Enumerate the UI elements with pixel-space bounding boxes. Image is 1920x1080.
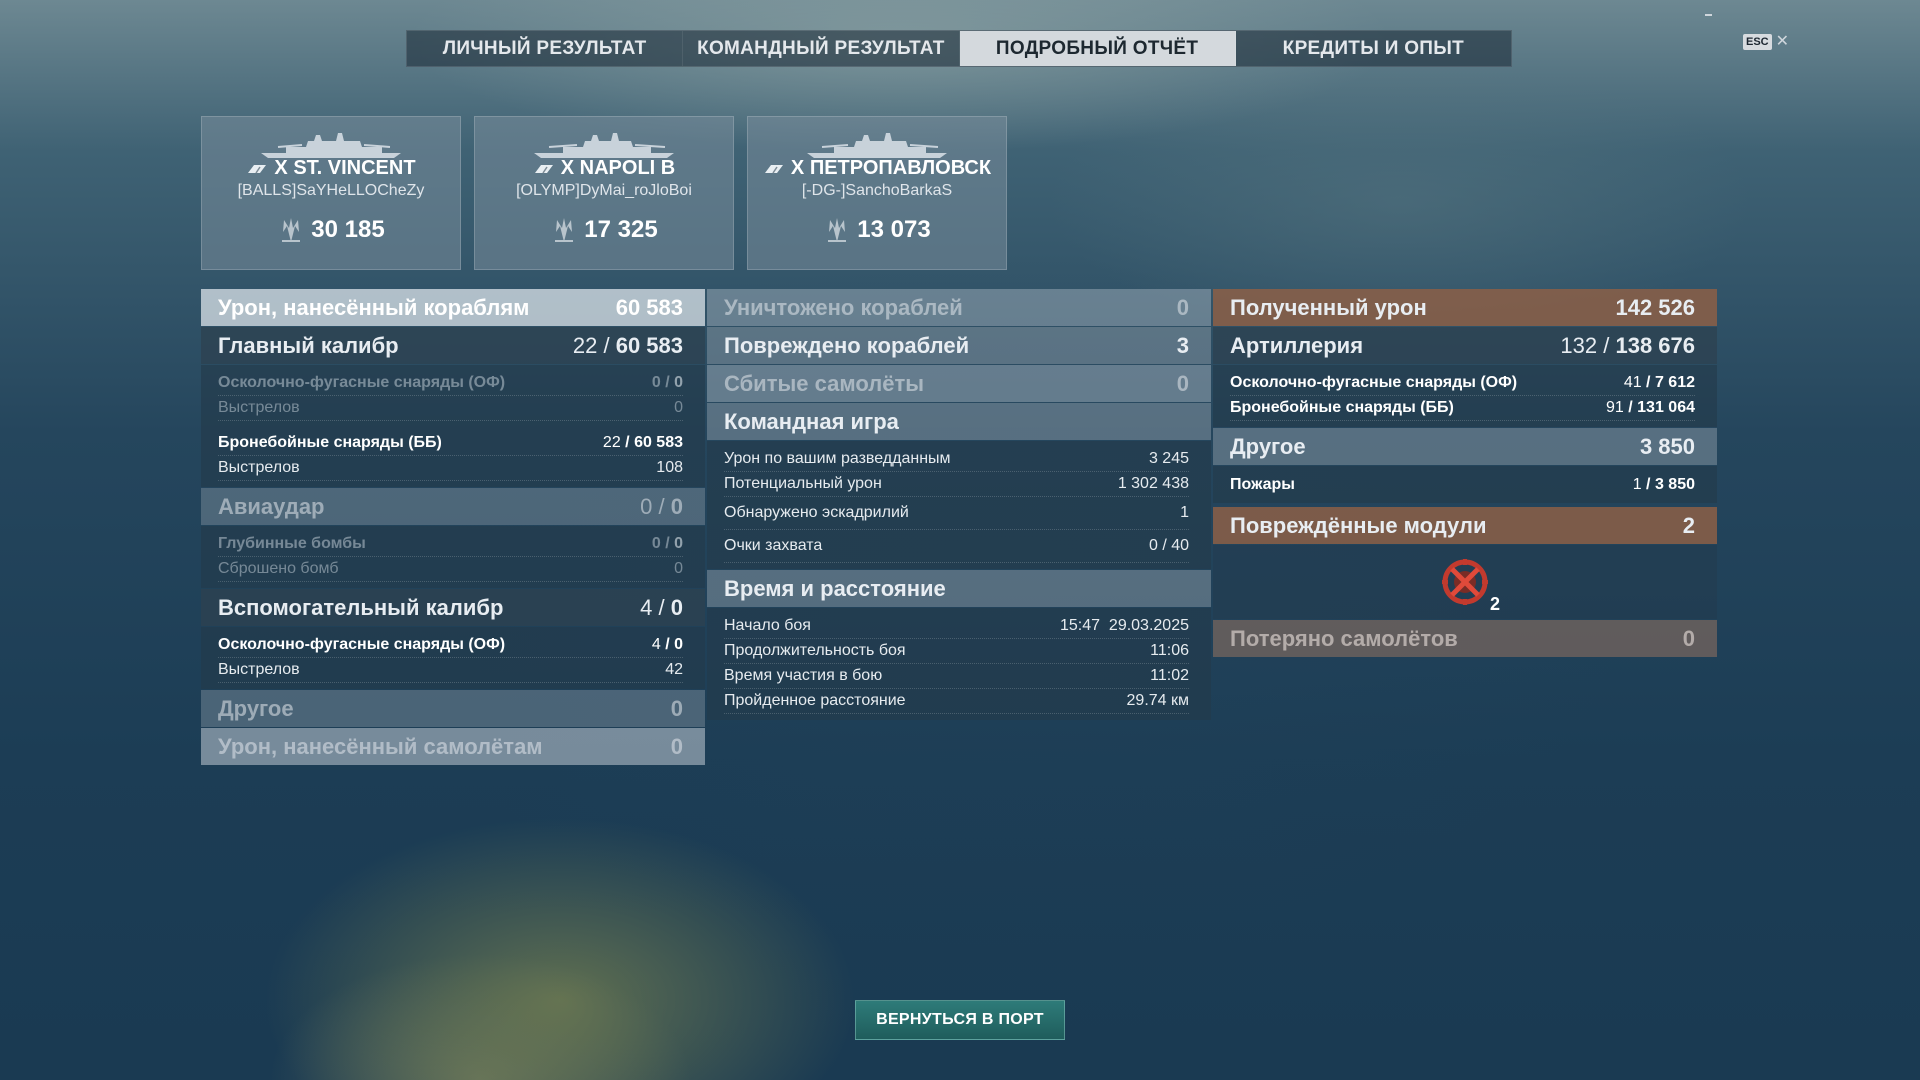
received-ap-row: Бронебойные снаряды (ББ) 91 / 131 064 (1230, 396, 1695, 421)
tab-personal-result[interactable]: ЛИЧНЫЙ РЕЗУЛЬТАТ (407, 31, 684, 66)
he-shells-row: Осколочно-фугасные снаряды (ОФ) 0 / 0 (218, 371, 683, 396)
return-to-port-button[interactable]: ВЕРНУТЬСЯ В ПОРТ (855, 1000, 1065, 1040)
main-caliber-header: Главный калибр 22 / 60 583 (201, 327, 705, 364)
ship-name: X ПЕТРОПАВЛОВСК (790, 157, 992, 179)
secondary-he-row: Осколочно-фугасные снаряды (ОФ) 4 / 0 (218, 633, 683, 658)
time-distance-header: Время и расстояние (707, 570, 1211, 607)
result-tabs: ЛИЧНЫЙ РЕЗУЛЬТАТ КОМАНДНЫЙ РЕЗУЛЬТАТ ПОД… (406, 30, 1512, 67)
damage-to-planes-header: Урон, нанесённый самолётам 0 (201, 728, 705, 765)
battleship-silhouette-icon (261, 133, 401, 158)
artillery-header: Артиллерия 132 / 138 676 (1213, 327, 1717, 364)
spotting-damage-row: Урон по вашим разведданным 3 245 (724, 447, 1189, 472)
battle-start-row: Начало боя 15:47 29.03.2025 (724, 614, 1189, 639)
distance-travelled-row: Пройденное расстояние 29.74 км (724, 689, 1189, 714)
received-damage-header: Полученный урон 142 526 (1213, 289, 1717, 326)
minimize-icon[interactable] (1705, 14, 1712, 16)
team-play-header: Командная игра (707, 403, 1211, 440)
squadrons-spotted-row: Обнаружено эскадрилий 1 (724, 497, 1189, 530)
cruiser-class-icon (534, 164, 553, 173)
he-shots-row: Выстрелов 0 (218, 396, 683, 421)
battleship-silhouette-icon (807, 133, 947, 158)
capture-points-row: Очки захвата 0 / 40 (724, 530, 1189, 563)
ship-damage-value: 17 325 (584, 216, 658, 243)
damaged-modules-list: 2 (1213, 545, 1717, 619)
ap-shells-row: Бронебойные снаряды (ББ) 22 / 60 583 (218, 431, 683, 456)
damage-burst-icon (555, 218, 574, 242)
received-he-row: Осколочно-фугасные снаряды (ОФ) 41 / 7 61… (1230, 371, 1695, 396)
planes-shot-down-header: Сбитые самолёты 0 (707, 365, 1211, 402)
team-play-details: Урон по вашим разведданным 3 245 Потенциа… (707, 441, 1211, 569)
player-name: [BALLS]SaYHeLLOCheZy (237, 182, 425, 199)
damage-burst-icon (282, 218, 301, 242)
player-name: [OLYMP]DyMai_roJloBoi (516, 182, 692, 199)
other-damage-header: Другое 0 (201, 690, 705, 727)
ships-destroyed-header: Уничтожено кораблей 0 (707, 289, 1211, 326)
depth-charges-row: Глубинные бомбы 0 / 0 (218, 532, 683, 557)
ship-damage-value: 13 073 (857, 216, 931, 243)
bombs-dropped-row: Сброшено бомб 0 (218, 557, 683, 582)
participation-time-row: Время участия в бою 11:02 (724, 664, 1189, 689)
ship-card[interactable]: X ПЕТРОПАВЛОВСК [-DG-]SanchoBarkaS 13 07… (747, 116, 1007, 270)
tab-team-result[interactable]: КОМАНДНЫЙ РЕЗУЛЬТАТ (683, 31, 960, 66)
time-distance-details: Начало боя 15:47 29.03.2025 Продолжительн… (707, 608, 1211, 720)
received-other-header: Другое 3 850 (1213, 428, 1717, 465)
tab-credits-xp[interactable]: КРЕДИТЫ И ОПЫТ (1236, 31, 1511, 66)
module-item[interactable]: 2 (1438, 555, 1500, 614)
battleship-class-icon (764, 164, 783, 173)
battle-duration-row: Продолжительность боя 11:06 (724, 639, 1189, 664)
damaged-ships-cards: X ST. VINCENT [BALLS]SaYHeLLOCheZy 30 18… (201, 116, 1007, 270)
tab-detailed-report[interactable]: ПОДРОБНЫЙ ОТЧЁТ (959, 31, 1236, 66)
damaged-modules-header: Повреждённые модули 2 (1213, 507, 1717, 544)
damage-to-ships-header: Урон, нанесённый кораблям 60 583 (201, 289, 705, 326)
esc-close-button[interactable]: ESC ✕ (1743, 34, 1789, 50)
received-other-details: Пожары 1 / 3 850 (1213, 466, 1717, 503)
airstrike-header: Авиаудар 0 / 0 (201, 488, 705, 525)
broken-module-icon (1442, 559, 1488, 605)
secondary-shots-row: Выстрелов 42 (218, 658, 683, 683)
ships-damaged-header: Повреждено кораблей 3 (707, 327, 1211, 364)
airstrike-details: Глубинные бомбы 0 / 0 Сброшено бомб 0 (201, 526, 705, 588)
damage-received-panel: Полученный урон 142 526 Артиллерия 132 / … (1213, 289, 1717, 658)
secondary-battery-header: Вспомогательный калибр 4 / 0 (201, 589, 705, 626)
close-icon[interactable]: ✕ (1776, 34, 1789, 50)
battleship-class-icon (248, 164, 267, 173)
artillery-details: Осколочно-фугасные снаряды (ОФ) 41 / 7 61… (1213, 365, 1717, 427)
potential-damage-row: Потенциальный урон 1 302 438 (724, 472, 1189, 497)
cruiser-silhouette-icon (534, 133, 674, 158)
player-name: [-DG-]SanchoBarkaS (801, 182, 953, 199)
ship-name: X ST. VINCENT (274, 157, 416, 179)
ap-shots-row: Выстрелов 108 (218, 456, 683, 481)
main-caliber-details: Осколочно-фугасные снаряды (ОФ) 0 / 0 Выс… (201, 365, 705, 487)
fires-row: Пожары 1 / 3 850 (1230, 475, 1695, 493)
damage-dealt-panel: Урон, нанесённый кораблям 60 583 Главный … (201, 289, 705, 766)
secondary-battery-details: Осколочно-фугасные снаряды (ОФ) 4 / 0 Выс… (201, 627, 705, 689)
planes-lost-header: Потеряно самолётов 0 (1213, 620, 1717, 657)
ship-card[interactable]: X NAPOLI B [OLYMP]DyMai_roJloBoi 17 325 (474, 116, 734, 270)
ship-damage-value: 30 185 (311, 216, 385, 243)
damage-burst-icon (828, 218, 847, 242)
combat-stats-panel: Уничтожено кораблей 0 Повреждено кораблей… (707, 289, 1211, 721)
module-count: 2 (1489, 594, 1500, 614)
ship-name: X NAPOLI B (560, 157, 676, 179)
esc-key-icon: ESC (1743, 34, 1772, 50)
ship-card[interactable]: X ST. VINCENT [BALLS]SaYHeLLOCheZy 30 18… (201, 116, 461, 270)
